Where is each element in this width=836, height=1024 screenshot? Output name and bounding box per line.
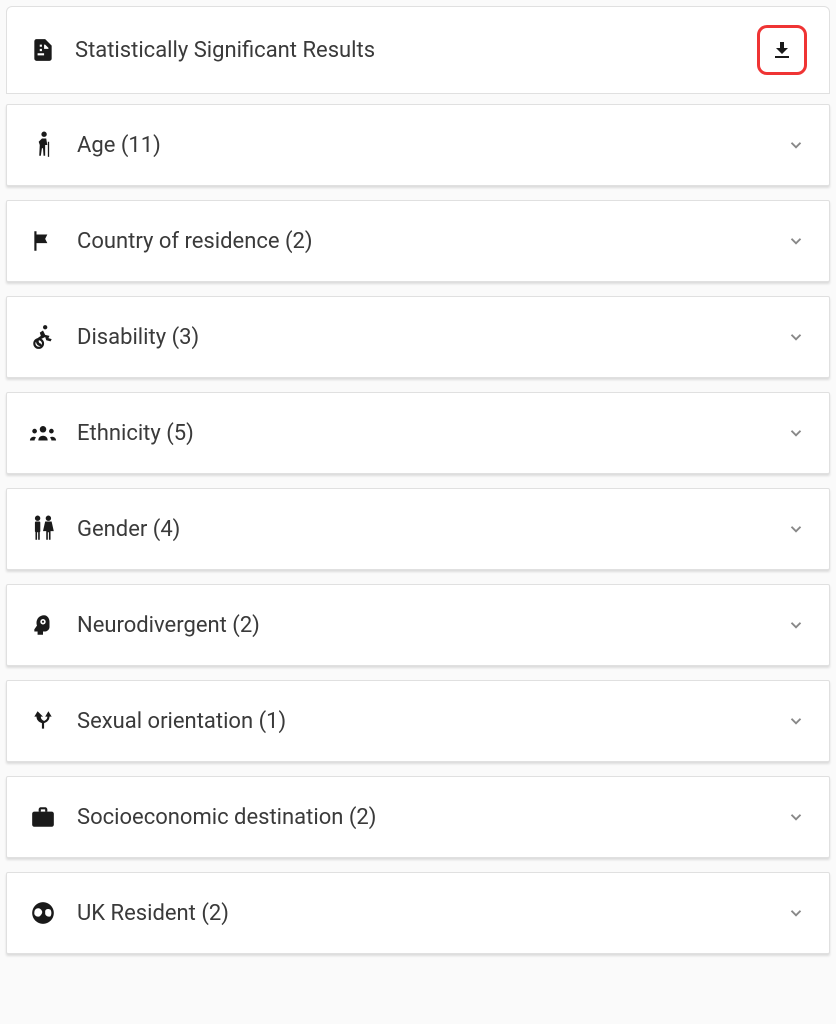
document-icon [29,36,57,64]
category-label: Neurodivergent (2) [77,613,260,638]
download-button[interactable] [757,25,807,75]
chevron-down-icon [785,902,807,924]
category-socioeconomic[interactable]: Socioeconomic destination (2) [6,776,830,858]
category-left: Country of residence (2) [29,227,313,255]
chevron-down-icon [785,806,807,828]
category-neurodivergent[interactable]: Neurodivergent (2) [6,584,830,666]
panel-header: Statistically Significant Results [6,6,830,94]
category-label: Age (11) [77,133,161,158]
category-label: Disability (3) [77,325,199,350]
groups-icon [29,419,57,447]
wheelchair-icon [29,323,57,351]
category-age[interactable]: Age (11) [6,104,830,186]
category-left: Sexual orientation (1) [29,707,286,735]
head-cog-icon [29,611,57,639]
category-sexual-orientation[interactable]: Sexual orientation (1) [6,680,830,762]
chevron-down-icon [785,422,807,444]
category-label: Socioeconomic destination (2) [77,805,376,830]
category-left: Socioeconomic destination (2) [29,803,376,831]
chevron-down-icon [785,710,807,732]
chevron-down-icon [785,326,807,348]
flag-icon [29,227,57,255]
category-left: Neurodivergent (2) [29,611,260,639]
briefcase-icon [29,803,57,831]
people-icon [29,515,57,543]
panel-title: Statistically Significant Results [75,38,375,63]
category-left: Ethnicity (5) [29,419,194,447]
results-panel: Statistically Significant Results Age (1… [6,6,830,954]
chevron-down-icon [785,518,807,540]
category-left: Gender (4) [29,515,180,543]
category-ethnicity[interactable]: Ethnicity (5) [6,392,830,474]
chevron-down-icon [785,134,807,156]
category-country[interactable]: Country of residence (2) [6,200,830,282]
person-cane-icon [29,131,57,159]
chevron-down-icon [785,230,807,252]
download-icon [770,38,794,62]
branch-icon [29,707,57,735]
category-left: Age (11) [29,131,161,159]
chevron-down-icon [785,614,807,636]
category-label: UK Resident (2) [77,901,229,926]
category-left: UK Resident (2) [29,899,229,927]
category-gender[interactable]: Gender (4) [6,488,830,570]
category-label: Country of residence (2) [77,229,313,254]
category-uk-resident[interactable]: UK Resident (2) [6,872,830,954]
category-left: Disability (3) [29,323,199,351]
header-left: Statistically Significant Results [29,36,375,64]
category-disability[interactable]: Disability (3) [6,296,830,378]
category-label: Sexual orientation (1) [77,709,286,734]
globe-icon [29,899,57,927]
category-label: Gender (4) [77,517,180,542]
category-label: Ethnicity (5) [77,421,194,446]
